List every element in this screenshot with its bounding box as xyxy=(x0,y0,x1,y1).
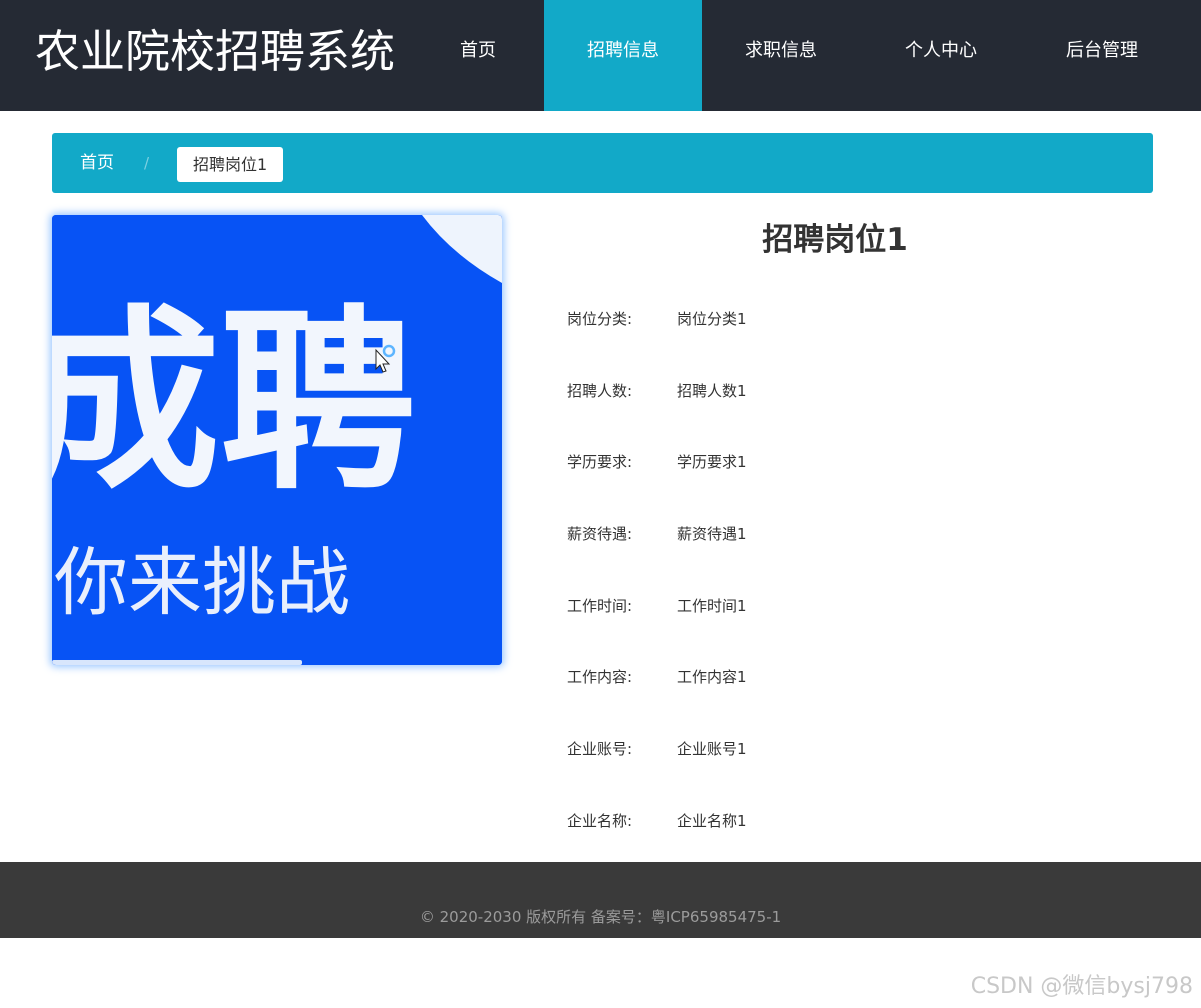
poster-graphic: 成聘 你来挑战 xyxy=(52,215,502,665)
field-label-work-content: 工作内容: xyxy=(567,668,633,686)
field-label-company-name: 企业名称: xyxy=(567,812,633,830)
field-value-company-account: 企业账号1 xyxy=(677,740,747,758)
site-brand[interactable]: 农业院校招聘系统 xyxy=(35,24,395,80)
csdn-watermark: CSDN @微信bysj798 xyxy=(970,974,1193,999)
breadcrumb: 首页 / 招聘岗位1 xyxy=(52,133,1153,193)
field-label-work-hours: 工作时间: xyxy=(567,597,633,615)
footer-copyright: © 2020-2030 版权所有 备案号：粤ICP65985475-1 xyxy=(419,908,782,926)
field-label-company-account: 企业账号: xyxy=(567,740,633,758)
nav-item-personal-center[interactable]: 个人中心 xyxy=(882,0,1000,111)
job-title: 招聘岗位1 xyxy=(762,222,908,258)
job-poster-image: 成聘 你来挑战 xyxy=(52,215,502,665)
breadcrumb-separator: / xyxy=(144,154,150,172)
site-header: 农业院校招聘系统 首页 招聘信息 求职信息 个人中心 后台管理 xyxy=(0,0,1201,111)
field-value-work-hours: 工作时间1 xyxy=(677,597,747,615)
main-nav: 首页 招聘信息 求职信息 个人中心 后台管理 xyxy=(400,0,1201,111)
poster-line2: 你来挑战 xyxy=(54,540,350,626)
field-value-headcount: 招聘人数1 xyxy=(677,382,747,400)
nav-item-job-seeking[interactable]: 求职信息 xyxy=(722,0,840,111)
field-label-headcount: 招聘人数: xyxy=(567,382,633,400)
field-value-education: 学历要求1 xyxy=(677,453,747,471)
field-label-salary: 薪资待遇: xyxy=(567,525,633,543)
nav-item-recruitment[interactable]: 招聘信息 xyxy=(544,0,702,111)
field-value-company-name: 企业名称1 xyxy=(677,812,747,830)
field-value-salary: 薪资待遇1 xyxy=(677,525,747,543)
nav-item-admin[interactable]: 后台管理 xyxy=(1043,0,1161,111)
field-label-category: 岗位分类: xyxy=(567,310,633,328)
field-label-education: 学历要求: xyxy=(567,453,633,471)
breadcrumb-home-link[interactable]: 首页 xyxy=(80,133,114,193)
breadcrumb-current: 招聘岗位1 xyxy=(177,147,284,182)
field-value-category: 岗位分类1 xyxy=(677,310,747,328)
poster-line1: 成聘 xyxy=(52,289,416,517)
nav-item-home[interactable]: 首页 xyxy=(438,0,518,111)
field-value-work-content: 工作内容1 xyxy=(677,668,747,686)
site-footer: © 2020-2030 版权所有 备案号：粤ICP65985475-1 xyxy=(0,862,1201,938)
